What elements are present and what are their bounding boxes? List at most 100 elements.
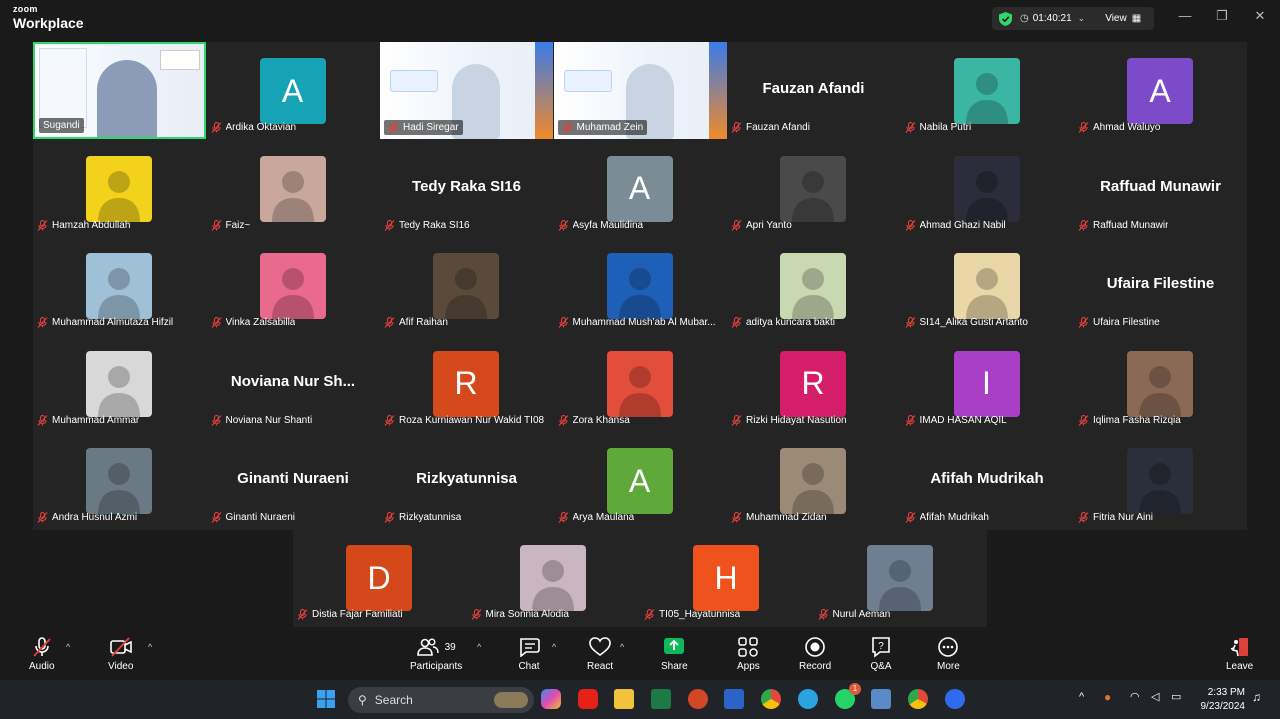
participants-options-caret[interactable]: ^ xyxy=(477,642,481,652)
react-options-caret[interactable]: ^ xyxy=(620,642,624,652)
participant-tile[interactable]: Iqlima Fasha Rizqia xyxy=(1074,335,1247,432)
more-icon xyxy=(937,636,959,658)
video-off-icon xyxy=(109,636,133,658)
participant-tile[interactable]: Ufaira Filestine Ufaira Filestine xyxy=(1074,237,1247,334)
person-silhouette-icon xyxy=(792,268,834,319)
participant-tile[interactable]: Afifah Mudrikah Afifah Mudrikah xyxy=(901,432,1074,529)
participant-tile[interactable]: Sugandi xyxy=(33,42,206,139)
participant-tile[interactable]: Apri Yanto xyxy=(727,140,900,237)
participant-tile[interactable]: Nabila Putri xyxy=(901,42,1074,139)
chat-button[interactable]: Chat xyxy=(518,636,540,672)
participant-name: Distia Fajar Familiati xyxy=(312,609,403,620)
chat-icon xyxy=(518,636,540,658)
participant-tile[interactable]: Faiz~ xyxy=(207,140,380,237)
volume-icon[interactable]: ◁ xyxy=(1151,690,1159,703)
participant-tile[interactable]: aditya kuncara bakti xyxy=(727,237,900,334)
share-button[interactable]: Share xyxy=(661,636,688,672)
wifi-icon[interactable]: ◠ xyxy=(1130,690,1140,703)
youtube-icon[interactable] xyxy=(578,689,598,709)
record-button[interactable]: Record xyxy=(799,636,831,672)
participant-tile[interactable]: Zora Khansa xyxy=(554,335,727,432)
participant-tile[interactable]: H TI05_Hayatunnisa xyxy=(640,529,813,626)
battery-icon[interactable]: ▭ xyxy=(1171,690,1181,703)
meeting-status-pill[interactable]: ◷ 01:40:21 ⌄ View ▦ xyxy=(992,7,1154,30)
participant-tile[interactable]: Muhammad Mush'ab Al Mubar... xyxy=(554,237,727,334)
participant-tile[interactable]: Muhammad Almutaza Hifzil xyxy=(33,237,206,334)
file-explorer-icon[interactable] xyxy=(614,689,634,709)
participant-tile[interactable]: Fauzan Afandi Fauzan Afandi xyxy=(727,42,900,139)
heart-icon xyxy=(589,636,611,658)
participant-tile[interactable]: D Distia Fajar Familiati xyxy=(293,529,466,626)
react-button[interactable]: React xyxy=(587,636,613,672)
participant-tile[interactable]: Noviana Nur Sh... Noviana Nur Shanti xyxy=(207,335,380,432)
participant-tile[interactable]: Andra Husnul Azmi xyxy=(33,432,206,529)
participant-tile[interactable]: Fitria Nur Aini xyxy=(1074,432,1247,529)
participant-tile[interactable]: Vinka Zalsabilla xyxy=(207,237,380,334)
participant-tile[interactable]: Rizkyatunnisa Rizkyatunnisa xyxy=(380,432,553,529)
participant-display-name: Ginanti Nuraeni xyxy=(237,470,349,487)
qa-button[interactable]: ? Q&A xyxy=(870,636,892,672)
participant-tile[interactable]: A Arya Maulana xyxy=(554,432,727,529)
whatsapp-icon[interactable]: 1 xyxy=(835,683,861,709)
participant-tile[interactable]: Hadi Siregar xyxy=(380,42,553,139)
chevron-down-icon[interactable]: ⌄ xyxy=(1078,13,1086,24)
audio-button[interactable]: Audio xyxy=(29,636,55,672)
excel-icon[interactable] xyxy=(651,689,671,709)
zoom-taskbar-icon[interactable] xyxy=(945,689,965,709)
more-button[interactable]: More xyxy=(937,636,960,672)
participant-tile[interactable]: A Ahmad Waluyo xyxy=(1074,42,1247,139)
person-silhouette-icon xyxy=(965,73,1008,124)
participant-tile[interactable]: A Ardika Oktavian xyxy=(207,42,380,139)
taskbar-search[interactable]: ⚲ Search xyxy=(348,687,534,713)
powerpoint-icon[interactable] xyxy=(688,689,708,709)
participant-tile[interactable]: Ahmad Ghazi Nabil xyxy=(901,140,1074,237)
participant-tile[interactable]: Muhammad Ammar xyxy=(33,335,206,432)
participant-tile[interactable]: Ginanti Nuraeni Ginanti Nuraeni xyxy=(207,432,380,529)
participant-tile[interactable]: I IMAD HASAN AQIL xyxy=(901,335,1074,432)
audio-options-caret[interactable]: ^ xyxy=(66,642,70,652)
gallery-view: Sugandi A Ardika Oktavian Hadi Siregar Muham… xyxy=(33,42,1247,530)
word-icon[interactable] xyxy=(724,689,744,709)
muted-mic-icon xyxy=(731,317,742,328)
telegram-icon[interactable] xyxy=(798,689,818,709)
slide-panel-shape xyxy=(39,48,87,128)
close-icon[interactable]: ✕ xyxy=(1250,8,1270,24)
participant-tile[interactable]: SI14_Alika Gusti Artanto xyxy=(901,237,1074,334)
windows-start-icon[interactable] xyxy=(316,689,336,709)
view-button[interactable]: View xyxy=(1105,13,1127,24)
participant-tile[interactable]: Afif Raihan xyxy=(380,237,553,334)
participant-tile[interactable]: R Rizki Hidayat Nasution xyxy=(727,335,900,432)
leave-button[interactable]: Leave xyxy=(1226,636,1253,672)
tray-overflow-icon[interactable]: ^ xyxy=(1079,691,1084,703)
video-button[interactable]: Video xyxy=(108,636,133,672)
participant-tile[interactable]: Muhammad Zidan xyxy=(727,432,900,529)
avatar-letter: A xyxy=(1127,58,1193,124)
chat-options-caret[interactable]: ^ xyxy=(552,642,556,652)
chat-label: Chat xyxy=(518,661,540,672)
participant-name: Roza Kurniawan Nur Wakid TI08 xyxy=(399,414,545,426)
muted-mic-icon xyxy=(905,219,915,231)
taskbar-clock[interactable]: 2:33 PM 9/23/2024 xyxy=(1197,686,1246,713)
video-options-caret[interactable]: ^ xyxy=(148,642,152,652)
restore-icon[interactable]: ❐ xyxy=(1212,8,1232,24)
participant-tile[interactable]: Tedy Raka SI16 Tedy Raka SI16 xyxy=(380,140,553,237)
apps-button[interactable]: Apps xyxy=(737,636,760,672)
chrome-icon[interactable] xyxy=(761,689,781,709)
participant-tile[interactable]: R Roza Kurniawan Nur Wakid TI08 xyxy=(380,335,553,432)
muted-mic-icon xyxy=(731,512,742,523)
participant-name-tag: Distia Fajar Familiati xyxy=(297,607,403,622)
copilot-icon[interactable] xyxy=(541,689,561,709)
participant-tile[interactable]: Hamzah Abdullah xyxy=(33,140,206,237)
participant-tile[interactable]: Raffuad Munawir Raffuad Munawir xyxy=(1074,140,1247,237)
participant-tile[interactable]: Nurul Aeman xyxy=(814,529,987,626)
virtualbox-icon[interactable] xyxy=(871,689,891,709)
participant-name-tag: SI14_Alika Gusti Artanto xyxy=(905,315,1028,330)
participants-button[interactable]: 39 Participants xyxy=(410,636,462,672)
chrome-profile-icon[interactable] xyxy=(908,689,928,709)
participant-tile[interactable]: A Asyfa Maulidina xyxy=(554,140,727,237)
participant-tile[interactable]: Muhamad Zein xyxy=(553,42,727,139)
notification-bell-icon[interactable]: ♫ xyxy=(1252,690,1261,704)
minimize-icon[interactable]: — xyxy=(1175,8,1195,23)
tray-mic-icon[interactable]: ● xyxy=(1104,690,1111,704)
participant-tile[interactable]: Mira Sonnia Alodia xyxy=(467,529,640,626)
